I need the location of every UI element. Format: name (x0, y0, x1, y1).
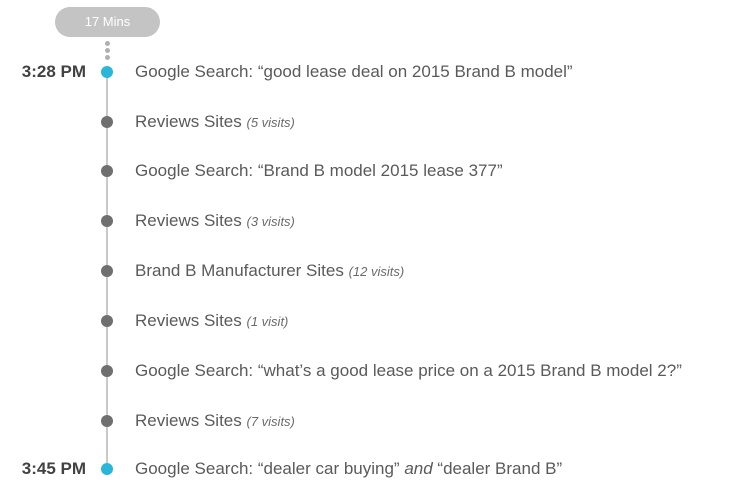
visit-count: (3 visits) (246, 214, 295, 229)
timeline-event: Brand B Manufacturer Sites (12 visits) (0, 259, 738, 283)
timeline-event: Reviews Sites (3 visits) (0, 209, 738, 233)
event-text: Brand B Manufacturer Sites (135, 261, 344, 280)
duration-badge: 17 Mins (55, 7, 160, 37)
timeline-node (101, 415, 113, 427)
event-label: Google Search: “dealer car buying” and “… (135, 457, 562, 481)
timeline-node (101, 215, 113, 227)
timeline-node-end (101, 463, 113, 475)
timeline-node (101, 265, 113, 277)
timeline-event: Google Search: “what’s a good lease pric… (0, 359, 738, 383)
visit-count: (1 visit) (246, 314, 289, 329)
event-text: Google Search: “dealer car buying” (135, 459, 405, 478)
visit-count: (7 visits) (246, 414, 295, 429)
event-text: Reviews Sites (135, 112, 242, 131)
timeline-event: 3:28 PM Google Search: “good lease deal … (0, 60, 738, 84)
event-label: Reviews Sites (5 visits) (135, 110, 295, 135)
event-label: Reviews Sites (7 visits) (135, 409, 295, 434)
timeline-node-start (101, 66, 113, 78)
event-label: Google Search: “good lease deal on 2015 … (135, 62, 573, 81)
event-text-italic: and (404, 459, 433, 478)
event-label: Google Search: “what’s a good lease pric… (135, 361, 682, 380)
event-label: Google Search: “Brand B model 2015 lease… (135, 161, 503, 180)
timeline-node (101, 315, 113, 327)
visit-count: (5 visits) (246, 115, 295, 130)
timeline-event: Reviews Sites (5 visits) (0, 110, 738, 134)
event-text: Reviews Sites (135, 211, 242, 230)
event-time: 3:28 PM (21, 62, 86, 81)
timeline-event: Reviews Sites (7 visits) (0, 409, 738, 433)
timeline-node (101, 365, 113, 377)
event-text: Reviews Sites (135, 411, 242, 430)
event-text: “dealer Brand B” (432, 459, 563, 478)
timeline-event: Reviews Sites (1 visit) (0, 309, 738, 333)
event-label: Brand B Manufacturer Sites (12 visits) (135, 259, 404, 284)
event-label: Reviews Sites (3 visits) (135, 209, 295, 234)
timeline-event: 3:45 PM Google Search: “dealer car buyin… (0, 457, 738, 481)
event-time: 3:45 PM (21, 459, 86, 478)
timeline-node (101, 116, 113, 128)
timeline-event: Google Search: “Brand B model 2015 lease… (0, 159, 738, 183)
visit-count: (12 visits) (348, 264, 405, 279)
event-text: Reviews Sites (135, 311, 242, 330)
event-label: Reviews Sites (1 visit) (135, 309, 288, 334)
timeline-node (101, 165, 113, 177)
